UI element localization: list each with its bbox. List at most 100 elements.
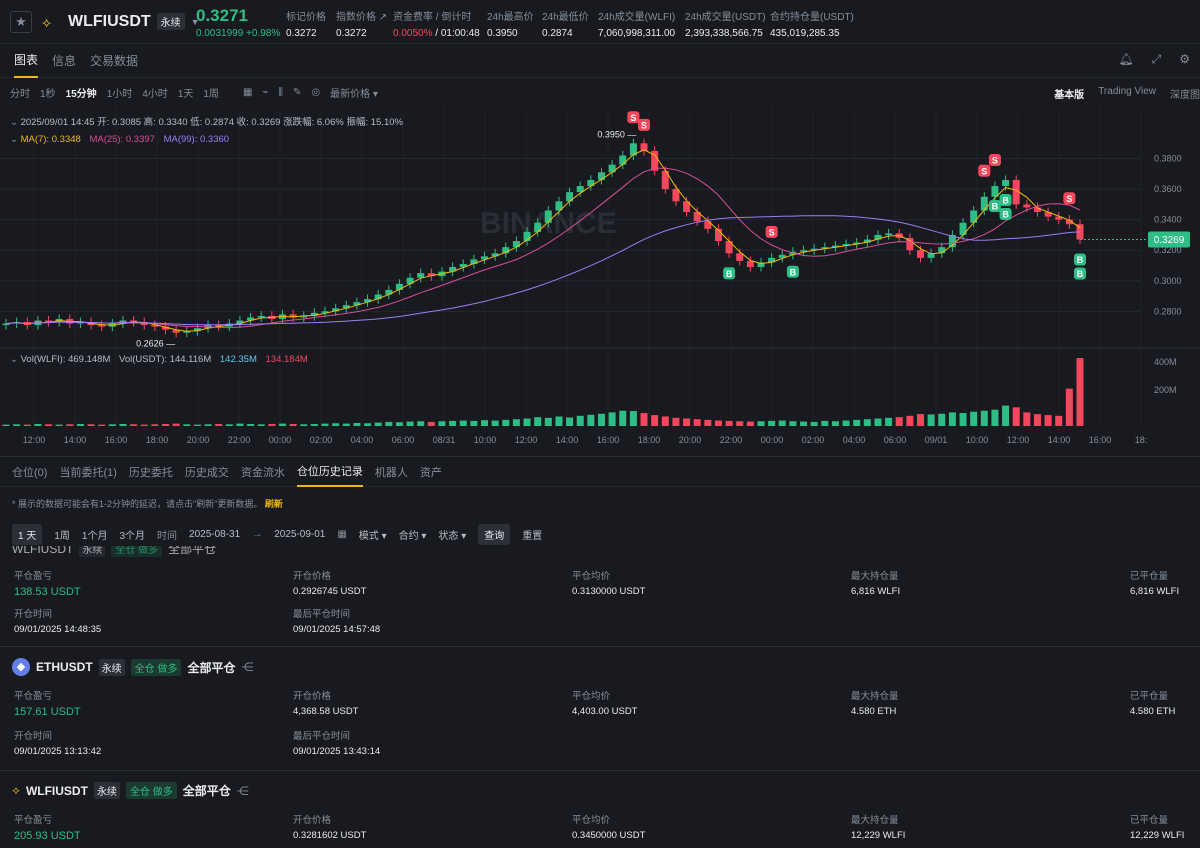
stat-label: 指数价格 ↗ <box>336 12 388 23</box>
interval-4h[interactable]: 4小时 <box>142 85 168 100</box>
tab-positions[interactable]: 仓位(0) <box>12 458 47 486</box>
chevron-icon[interactable]: ⌄ <box>10 354 21 365</box>
interval-15m[interactable]: 15分钟 <box>66 85 97 100</box>
open-time-value: 09/01/2025 14:48:35 <box>14 624 102 635</box>
volume-bar <box>204 424 212 426</box>
open-price-value: 0.3281602 USDT <box>293 830 367 841</box>
y-tick-label: 0.3000 <box>1154 276 1182 286</box>
high-label: 0.3950 — <box>597 129 636 139</box>
stat-value: 0.3950 <box>487 28 518 39</box>
volume-bar <box>885 417 893 426</box>
volume-bar <box>1076 358 1084 426</box>
volume-bar <box>406 421 414 426</box>
eth-logo-icon: ◆ <box>12 658 30 676</box>
stat-value: 0.0050% / 01:00:48 <box>393 28 480 39</box>
max-pos-label: 最大持仓量 <box>851 815 899 826</box>
stat-value: 0.3272 <box>336 28 367 39</box>
main-tabs: 图表 信息 交易数据 <box>0 44 1200 78</box>
volume-bar <box>449 420 457 426</box>
signal-label: B <box>1002 195 1009 205</box>
interval-1s[interactable]: 1秒 <box>40 85 56 100</box>
date-from[interactable]: 2025-08-31 <box>189 529 240 540</box>
tab-transactions[interactable]: 资金流水 <box>241 458 285 486</box>
chevron-icon[interactable]: ⌄ <box>10 134 21 145</box>
signal-label: S <box>992 156 998 166</box>
close-avg-label: 平仓均价 <box>572 571 611 582</box>
symbol-name[interactable]: WLFIUSDT <box>68 13 151 31</box>
kline-svg[interactable]: 0.38000.36000.34000.32000.30000.280012:0… <box>0 108 1200 454</box>
volume-bar <box>130 424 138 426</box>
chart-toolbar: 分时 1秒 15分钟 1小时 4小时 1天 1周 ▦ ⌁ ⫼ ✎ ◎ 最新价格 … <box>0 80 1200 104</box>
record-symbol[interactable]: WLFIUSDT <box>26 784 88 798</box>
settings-icon[interactable]: ⚙︎ <box>1179 52 1190 67</box>
bell-icon[interactable]: 🔔︎ <box>1118 52 1133 67</box>
signal-label: B <box>790 267 797 277</box>
signal-label: S <box>1066 194 1072 204</box>
share-icon[interactable]: ⋲ <box>241 660 253 674</box>
x-tick-label: 18:00 <box>146 435 169 445</box>
volume-bar <box>364 423 372 426</box>
x-tick-label: 06:00 <box>884 435 907 445</box>
refresh-link[interactable]: 刷新 <box>265 499 283 509</box>
calendar-icon[interactable]: ▦ <box>243 87 252 98</box>
vol-ma2: 134.184M <box>265 354 308 365</box>
volume-bar <box>853 419 861 426</box>
price-type-select[interactable]: 最新价格 ▾ <box>330 85 378 100</box>
candle-type-icon[interactable]: ⫼ <box>278 87 283 98</box>
expand-icon[interactable]: ⤢ <box>1152 52 1162 67</box>
volume-bar <box>959 413 967 426</box>
tab-assets[interactable]: 资产 <box>420 458 442 486</box>
favorite-star-icon[interactable]: ★ <box>10 10 32 33</box>
view-tradingview[interactable]: Trading View <box>1098 86 1156 101</box>
tab-trade-history[interactable]: 历史成交 <box>185 458 229 486</box>
tab-open-orders[interactable]: 当前委托(1) <box>59 458 116 486</box>
interval-1w[interactable]: 1周 <box>203 85 219 100</box>
volume-bar <box>736 421 744 426</box>
x-tick-label: 09/01 <box>925 435 948 445</box>
pnl-value: 205.93 USDT <box>14 830 81 842</box>
stat-funding[interactable]: 资金费率 / 倒计时 0.0050% / 01:00:48 <box>393 8 480 39</box>
chevron-icon[interactable]: ⌄ <box>10 117 21 128</box>
tab-chart[interactable]: 图表 <box>14 43 39 78</box>
candle-body <box>98 325 106 327</box>
volume-bar <box>608 412 616 426</box>
last-close-label: 最后平仓时间 <box>293 609 351 620</box>
tab-info[interactable]: 信息 <box>52 44 76 77</box>
tab-position-history[interactable]: 仓位历史记录 <box>296 457 363 487</box>
closed-qty-value: 4.580 ETH <box>1130 706 1176 717</box>
signal-label: S <box>630 113 636 123</box>
stat-index-price[interactable]: 指数价格 ↗ 0.3272 <box>336 8 387 39</box>
tab-order-history[interactable]: 历史委托 <box>129 458 173 486</box>
interval-1d[interactable]: 1天 <box>178 85 194 100</box>
pnl-value: 138.53 USDT <box>14 586 81 598</box>
bottom-tabs: 仓位(0) 当前委托(1) 历史委托 历史成交 资金流水 仓位历史记录 机器人 … <box>0 457 1200 487</box>
candle-body <box>608 164 616 173</box>
tab-bots[interactable]: 机器人 <box>375 458 408 486</box>
volume-bar <box>1055 415 1063 426</box>
closed-qty-value: 6,816 WLFI <box>1130 586 1180 597</box>
draw-icon[interactable]: ✎ <box>293 87 301 98</box>
interval-timeline[interactable]: 分时 <box>10 85 30 100</box>
view-basic[interactable]: 基本版 <box>1054 86 1084 101</box>
volume-bar <box>640 413 648 426</box>
tab-trading-data[interactable]: 交易数据 <box>90 44 138 77</box>
record-symbol[interactable]: ETHUSDT <box>36 660 93 674</box>
view-depth[interactable]: 深度图 <box>1170 86 1200 101</box>
stat-24h-vol-usdt: 24h成交量(USDT) 2,393,338,566.75 <box>685 8 766 39</box>
x-tick-label: 18: <box>1135 435 1148 445</box>
share-icon[interactable]: ⋲ <box>237 784 249 798</box>
interval-1h[interactable]: 1小时 <box>107 85 133 100</box>
stat-value: 0.3272 <box>286 28 317 39</box>
candle-body <box>257 315 265 318</box>
volume-bar <box>34 423 42 426</box>
signal-label: S <box>981 166 987 176</box>
kline-chart[interactable]: 0.3800 0.3600 0.3400 0.3200 0.3000 0.2800 12:0… <box>0 108 1200 454</box>
target-icon[interactable]: ◎ <box>311 87 320 98</box>
calendar-icon[interactable]: ▦ <box>337 529 346 540</box>
date-to[interactable]: 2025-09-01 <box>274 529 325 540</box>
indicator-icon[interactable]: ⌁ <box>262 87 268 98</box>
close-avg-label: 平仓均价 <box>572 691 611 702</box>
open-price-label: 开仓价格 <box>293 815 332 826</box>
close-avg-value: 4,403.00 USDT <box>572 706 638 717</box>
record-symbol[interactable]: WLFIUSDT <box>12 546 73 556</box>
